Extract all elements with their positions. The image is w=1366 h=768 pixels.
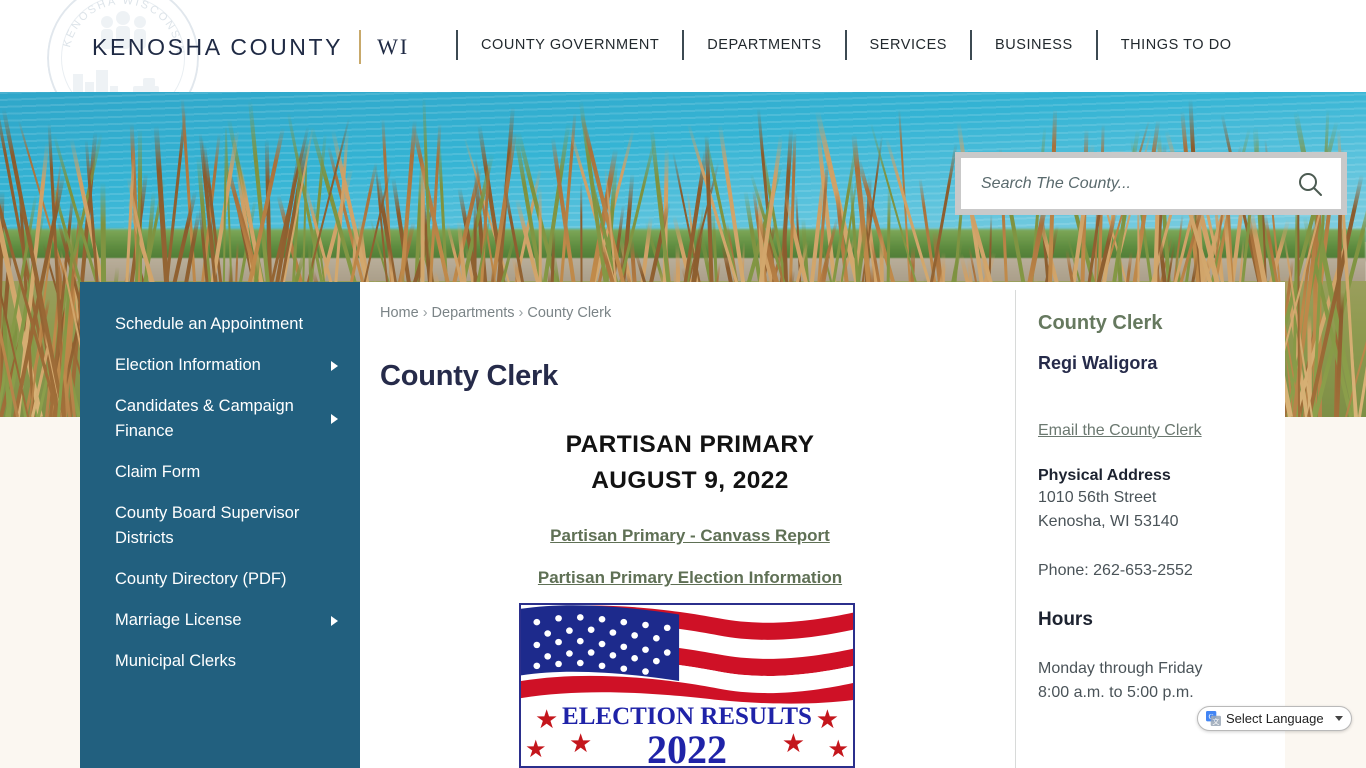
star-icon: ★ [816, 706, 839, 732]
sidebar-item-label: Marriage License [115, 611, 242, 629]
election-results-caption: ★ ★ ELECTION RESULTS ★ ★ 2022 ★ ★ [521, 702, 853, 766]
nav-item-services[interactable]: SERVICES [847, 30, 970, 60]
chevron-right-icon [331, 616, 338, 626]
sidebar-item-county-directory-pdf[interactable]: County Directory (PDF) [80, 559, 360, 600]
link-canvass-report[interactable]: Partisan Primary - Canvass Report [380, 526, 1000, 546]
sidebar-item-candidates-campaign-finance[interactable]: Candidates & Campaign Finance [80, 386, 360, 452]
language-selector[interactable]: G 文 Select Language [1197, 706, 1352, 731]
chevron-down-icon[interactable] [1335, 716, 1343, 721]
phone-number: Phone: 262-653-2552 [1038, 560, 1283, 582]
sidebar-item-claim-form[interactable]: Claim Form [80, 452, 360, 493]
sidebar-item-election-information[interactable]: Election Information [80, 345, 360, 386]
sidebar-item-label: Municipal Clerks [115, 652, 236, 670]
hours-line-2: 8:00 a.m. to 5:00 p.m. [1038, 682, 1283, 704]
primary-nav: COUNTY GOVERNMENT DEPARTMENTS SERVICES B… [456, 30, 1255, 60]
primary-heading-line-1: PARTISAN PRIMARY [380, 427, 1000, 463]
nav-item-county-government[interactable]: COUNTY GOVERNMENT [458, 30, 682, 60]
search-input[interactable] [979, 174, 1297, 194]
sidebar-item-label: County Directory (PDF) [115, 570, 286, 588]
brand-state: WI [377, 34, 409, 60]
breadcrumb-current: County Clerk [527, 305, 611, 321]
search-box[interactable] [961, 158, 1341, 209]
star-icon: ★ [525, 738, 547, 762]
chevron-right-icon [331, 414, 338, 424]
physical-address-label: Physical Address [1038, 467, 1283, 485]
google-translate-icon: G 文 [1206, 711, 1221, 726]
star-icon: ★ [827, 738, 849, 762]
sidebar-item-county-board-supervisor-districts[interactable]: County Board Supervisor Districts [80, 493, 360, 559]
breadcrumb: Home › Departments › County Clerk [380, 303, 1000, 323]
search-icon[interactable] [1297, 171, 1323, 197]
election-results-image: ★ ★ ELECTION RESULTS ★ ★ 2022 ★ ★ [519, 603, 855, 768]
address-line-1: 1010 56th Street [1038, 487, 1283, 509]
breadcrumb-departments[interactable]: Departments [432, 305, 515, 321]
page-root: KENOSHA WISCONSIN KENOSHA COUNTY WI COUN… [0, 0, 1366, 768]
sidebar-item-schedule-an-appointment[interactable]: Schedule an Appointment [80, 304, 360, 345]
link-election-information[interactable]: Partisan Primary Election Information [380, 568, 1000, 588]
hours-line-1: Monday through Friday [1038, 658, 1283, 680]
contact-sidebar: County Clerk Regi Waligora Email the Cou… [1038, 282, 1283, 768]
contact-title: County Clerk [1038, 312, 1283, 335]
primary-heading-line-2: AUGUST 9, 2022 [380, 463, 1000, 499]
primary-heading: PARTISAN PRIMARY AUGUST 9, 2022 [380, 427, 1000, 499]
star-icon: ★ [569, 730, 592, 756]
breadcrumb-separator: › [519, 305, 524, 321]
brand-name: KENOSHA COUNTY [92, 34, 343, 61]
nav-item-things-to-do[interactable]: THINGS TO DO [1098, 30, 1255, 60]
page-title: County Clerk [380, 360, 1000, 393]
hours-label: Hours [1038, 609, 1283, 631]
site-header: KENOSHA WISCONSIN KENOSHA COUNTY WI COUN… [0, 0, 1366, 92]
sidebar-item-label: County Board Supervisor Districts [115, 504, 299, 547]
language-selector-label: Select Language [1226, 711, 1330, 726]
sidebar-item-label: Claim Form [115, 463, 200, 481]
star-icon: ★ [782, 730, 805, 756]
breadcrumb-separator: › [423, 305, 428, 321]
breadcrumb-home[interactable]: Home [380, 305, 419, 321]
address-line-2: Kenosha, WI 53140 [1038, 511, 1283, 533]
american-flag-icon [521, 605, 853, 705]
email-county-clerk-link[interactable]: Email the County Clerk [1038, 422, 1283, 440]
svg-text:文: 文 [1212, 717, 1219, 726]
section-sidebar-nav: Schedule an Appointment Election Informa… [80, 282, 360, 768]
election-year-text: 2022 [647, 726, 727, 768]
sidebar-item-label: Election Information [115, 356, 261, 374]
brand-divider [359, 30, 361, 64]
nav-item-business[interactable]: BUSINESS [972, 30, 1096, 60]
contact-person-name: Regi Waligora [1038, 353, 1283, 374]
star-icon: ★ [535, 706, 558, 732]
sidebar-divider [1015, 290, 1016, 768]
sidebar-item-label: Candidates & Campaign Finance [115, 397, 294, 440]
sidebar-item-marriage-license[interactable]: Marriage License [80, 600, 360, 641]
sidebar-item-municipal-clerks[interactable]: Municipal Clerks [80, 641, 360, 682]
chevron-right-icon [331, 361, 338, 371]
search-container [955, 152, 1347, 215]
sidebar-item-label: Schedule an Appointment [115, 315, 303, 333]
nav-item-departments[interactable]: DEPARTMENTS [684, 30, 844, 60]
brand-lockup[interactable]: KENOSHA COUNTY WI [92, 30, 409, 64]
